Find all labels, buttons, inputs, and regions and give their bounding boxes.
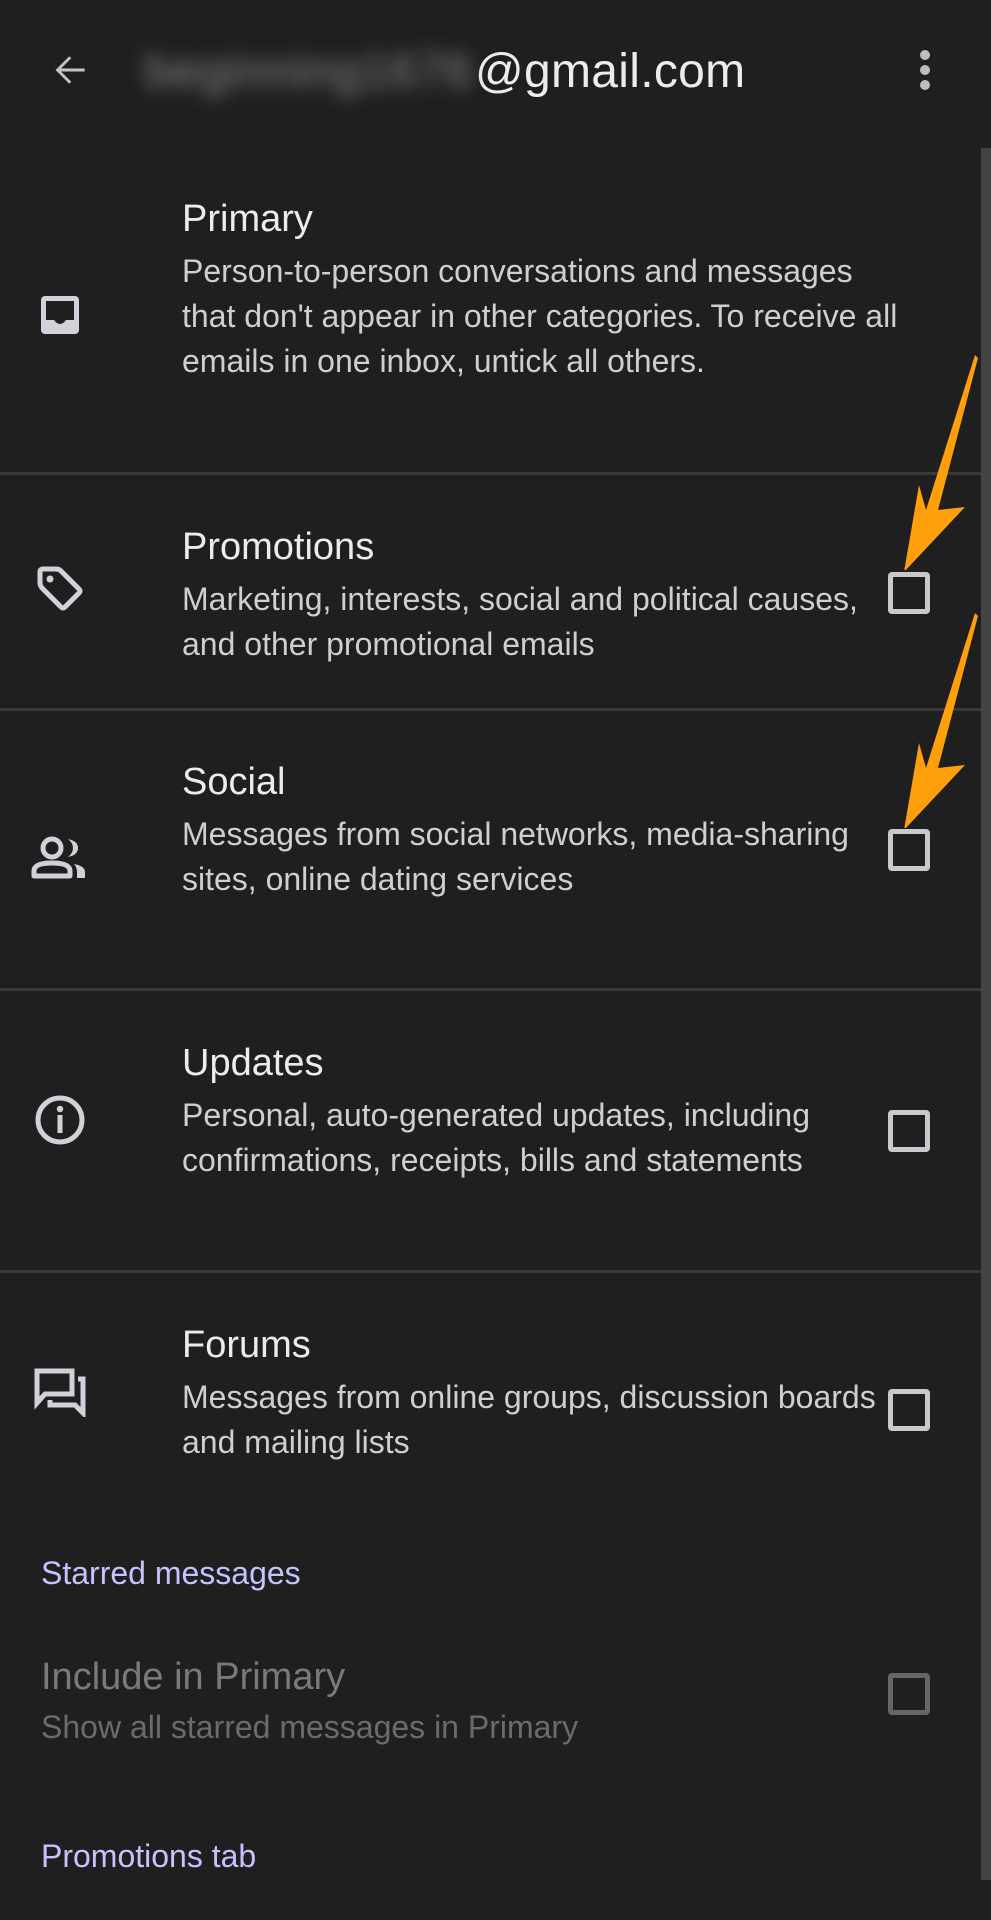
inbox-icon (30, 285, 90, 345)
category-row-updates[interactable]: Updates Personal, auto-generated updates… (0, 991, 981, 1271)
category-row-promotions[interactable]: Promotions Marketing, interests, social … (0, 475, 981, 710)
category-description: Marketing, interests, social and politic… (182, 581, 858, 662)
category-title: Updates (182, 1042, 324, 1084)
annotation-arrow-social (904, 613, 978, 828)
arrow-down-left-icon (904, 613, 978, 828)
account-domain: @gmail.com (474, 44, 746, 98)
category-title: Primary (182, 198, 313, 240)
scrollbar[interactable] (981, 148, 991, 1880)
forum-icon (30, 1361, 90, 1421)
include-in-primary-title: Include in Primary (41, 1656, 346, 1698)
include-in-primary-description: Show all starred messages in Primary (41, 1709, 579, 1745)
back-button[interactable] (40, 40, 100, 100)
category-row-primary: Primary Person-to-person conversations a… (0, 195, 981, 475)
category-row-forums[interactable]: Forums Messages from online groups, disc… (0, 1273, 981, 1503)
include-in-primary-row: Include in Primary Show all starred mess… (0, 1645, 981, 1785)
arrow-left-icon (55, 56, 85, 84)
category-row-social[interactable]: Social Messages from social networks, me… (0, 711, 981, 989)
arrow-down-left-icon (904, 355, 978, 570)
category-title: Social (182, 761, 286, 803)
updates-checkbox[interactable] (888, 1110, 930, 1152)
more-options-button[interactable] (900, 40, 950, 100)
more-vert-icon (920, 50, 930, 90)
tag-icon (30, 560, 90, 620)
category-description: Personal, auto-generated updates, includ… (182, 1097, 810, 1178)
info-icon (30, 1090, 90, 1150)
section-header-promotions-tab: Promotions tab (41, 1838, 257, 1874)
social-checkbox[interactable] (888, 829, 930, 871)
account-title: beginning1676 @gmail.com (145, 36, 745, 106)
category-description: Messages from social networks, media-sha… (182, 816, 849, 897)
section-header-starred: Starred messages (41, 1555, 301, 1591)
category-title: Forums (182, 1324, 311, 1366)
annotation-arrow-promotions (904, 355, 978, 570)
people-icon (30, 829, 90, 889)
category-description: Person-to-person conversations and messa… (182, 253, 898, 379)
forums-checkbox[interactable] (888, 1389, 930, 1431)
category-description: Messages from online groups, discussion … (182, 1379, 876, 1460)
category-title: Promotions (182, 526, 375, 568)
app-bar: beginning1676 @gmail.com (0, 0, 991, 140)
include-in-primary-checkbox[interactable] (888, 1673, 930, 1715)
account-username-blurred: beginning1676 (145, 44, 473, 98)
